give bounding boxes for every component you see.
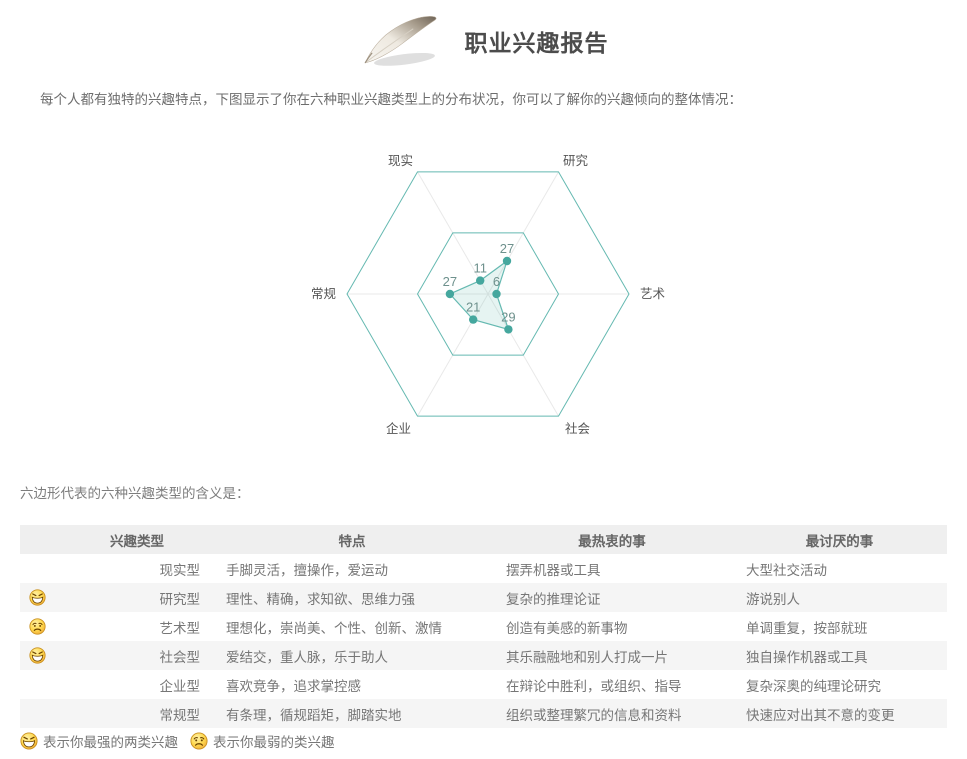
radar-point	[476, 276, 484, 284]
loves-cell: 组织或整理繁冗的信息和资料	[492, 699, 732, 728]
row-emoji	[29, 647, 46, 662]
radar-axis-label: 艺术	[640, 287, 666, 301]
trait-cell: 喜欢竞争，追求掌控感	[212, 670, 492, 699]
radar-point	[469, 315, 477, 323]
page-title: 职业兴趣报告	[465, 24, 609, 58]
radar-point	[492, 290, 500, 298]
career-interest-report-page: 职业兴趣报告 每个人都有独特的兴趣特点，下图显示了你在六种职业兴趣类型上的分布状…	[0, 0, 967, 759]
grin-emoji-icon	[20, 732, 38, 750]
radar-point	[504, 325, 512, 333]
grin-emoji-icon	[29, 589, 46, 606]
row-emoji	[29, 618, 46, 633]
radar-point	[503, 257, 511, 265]
interest-type-cell: 企业型	[62, 670, 212, 699]
header-loves: 最热衷的事	[492, 525, 732, 554]
radar-value-label: 6	[493, 274, 500, 289]
radar-axis-label: 社会	[565, 421, 591, 436]
loves-cell: 其乐融融地和别人打成一片	[492, 641, 732, 670]
table-row: 社会型 爱结交，重人脉，乐于助人 其乐融融地和别人打成一片 独自操作机器或工具	[20, 641, 947, 670]
table-row: 常规型 有条理，循规蹈矩，脚踏实地 组织或整理繁冗的信息和资料 快速应对出其不意…	[20, 699, 947, 728]
header-emoji-column	[20, 525, 62, 554]
radar-value-label: 27	[500, 241, 514, 256]
row-emoji	[29, 589, 46, 604]
table-row: 企业型 喜欢竞争，追求掌控感 在辩论中胜利，或组织、指导 复杂深奥的纯理论研究	[20, 670, 947, 699]
radar-point	[446, 290, 454, 298]
interest-radar-chart: 11 现实 27 研究 6 艺术 29 社会 21 企业 27 常规	[0, 135, 967, 460]
report-header: 职业兴趣报告	[0, 10, 967, 72]
radar-value-label: 11	[473, 261, 487, 276]
legend-strong-text: 表示你最强的两类兴趣	[43, 731, 178, 751]
hates-cell: 单调重复，按部就班	[732, 612, 947, 641]
interest-type-cell: 艺术型	[62, 612, 212, 641]
table-row: 研究型 理性、精确，求知欲、思维力强 复杂的推理论证 游说别人	[20, 583, 947, 612]
interest-type-cell: 现实型	[62, 554, 212, 583]
trait-cell: 理想化，崇尚美、个性、创新、激情	[212, 612, 492, 641]
loves-cell: 摆弄机器或工具	[492, 554, 732, 583]
hates-cell: 复杂深奥的纯理论研究	[732, 670, 947, 699]
sad-emoji-icon	[29, 618, 46, 635]
radar-axis-label: 现实	[388, 153, 413, 168]
trait-cell: 有条理，循规蹈矩，脚踏实地	[212, 699, 492, 728]
header-interest-type: 兴趣类型	[62, 525, 212, 554]
interest-type-cell: 社会型	[62, 641, 212, 670]
table-caption: 六边形代表的六种兴趣类型的含义是：	[20, 482, 250, 502]
header-traits: 特点	[212, 525, 492, 554]
trait-cell: 爱结交，重人脉，乐于助人	[212, 641, 492, 670]
radar-axis-label: 常规	[311, 286, 336, 301]
radar-value-label: 29	[501, 309, 515, 324]
radar-axis-label: 研究	[563, 153, 589, 168]
emoji-legend: 表示你最强的两类兴趣 表示你最弱的类兴趣	[20, 731, 335, 751]
feather-quill-icon	[359, 10, 443, 72]
loves-cell: 在辩论中胜利，或组织、指导	[492, 670, 732, 699]
interest-type-cell: 研究型	[62, 583, 212, 612]
sad-emoji-icon	[190, 732, 208, 750]
interest-type-cell: 常规型	[62, 699, 212, 728]
intro-text: 每个人都有独特的兴趣特点，下图显示了你在六种职业兴趣类型上的分布状况，你可以了解…	[40, 90, 937, 110]
interest-types-table: 兴趣类型 特点 最热衷的事 最讨厌的事 现实型 手脚灵活，擅操作，爱运动 摆弄机…	[20, 525, 947, 728]
radar-value-label: 27	[443, 274, 457, 289]
loves-cell: 创造有美感的新事物	[492, 612, 732, 641]
table-header-row: 兴趣类型 特点 最热衷的事 最讨厌的事	[20, 525, 947, 554]
table-row: 艺术型 理想化，崇尚美、个性、创新、激情 创造有美感的新事物 单调重复，按部就班	[20, 612, 947, 641]
legend-weak-text: 表示你最弱的类兴趣	[213, 731, 335, 751]
radar-axis-label: 企业	[386, 421, 411, 436]
grin-emoji-icon	[29, 647, 46, 664]
radar-value-label: 21	[466, 300, 480, 315]
table-row: 现实型 手脚灵活，擅操作，爱运动 摆弄机器或工具 大型社交活动	[20, 554, 947, 583]
hates-cell: 快速应对出其不意的变更	[732, 699, 947, 728]
hates-cell: 游说别人	[732, 583, 947, 612]
header-hates: 最讨厌的事	[732, 525, 947, 554]
hates-cell: 大型社交活动	[732, 554, 947, 583]
hates-cell: 独自操作机器或工具	[732, 641, 947, 670]
trait-cell: 手脚灵活，擅操作，爱运动	[212, 554, 492, 583]
trait-cell: 理性、精确，求知欲、思维力强	[212, 583, 492, 612]
loves-cell: 复杂的推理论证	[492, 583, 732, 612]
